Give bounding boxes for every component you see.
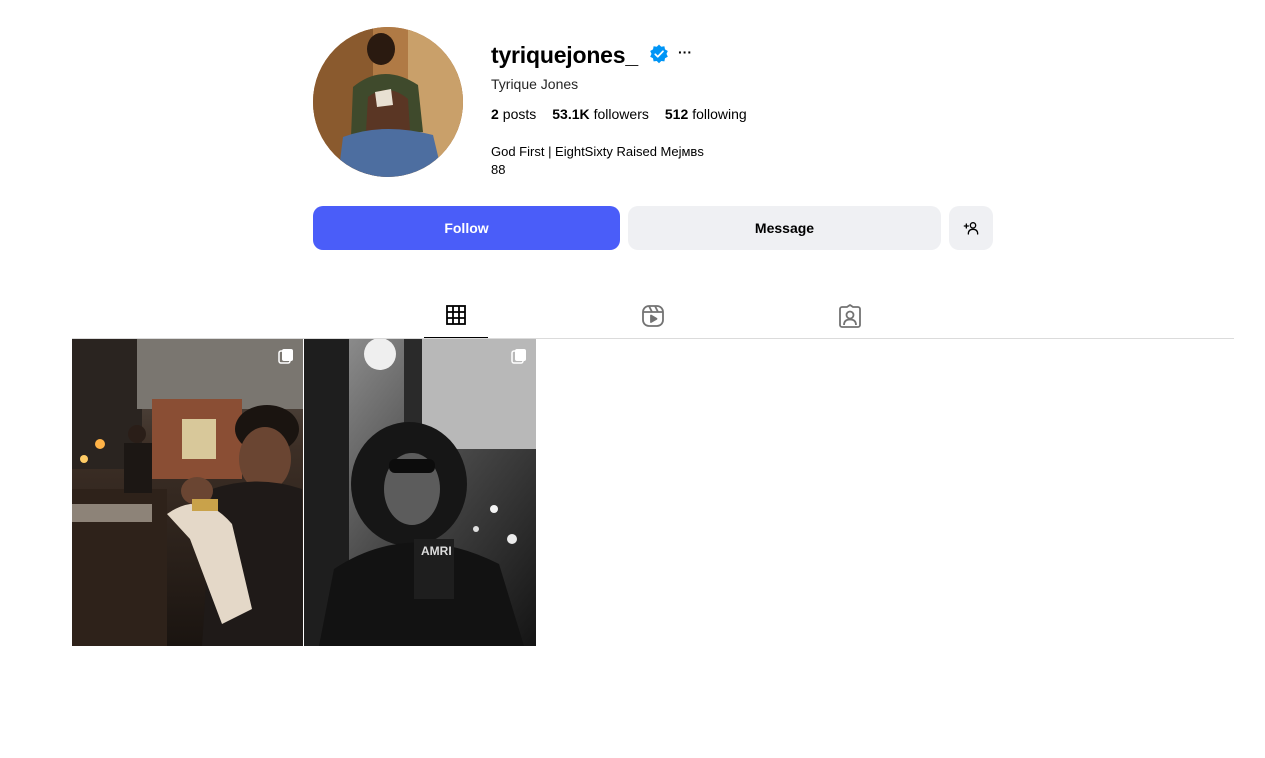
followers-link[interactable]: 53.1K followers	[552, 105, 649, 123]
profile-avatar[interactable]	[313, 27, 463, 177]
profile-username: tyriquejones_	[491, 42, 638, 68]
posts-count: 2 posts	[491, 105, 536, 123]
profile-page: tyriquejones_ ··· Tyrique Jones 2 posts 5…	[0, 0, 1265, 758]
following-count-label: following	[692, 106, 747, 122]
post-thumbnail[interactable]	[72, 339, 303, 646]
post-thumbnail[interactable]: AMRI	[304, 339, 536, 646]
profile-stats: 2 posts 53.1K followers 512 following	[491, 105, 747, 123]
posts-count-label: posts	[502, 106, 537, 122]
profile-bio: God First | EightSixty Raised Meјмвѕ 88	[491, 143, 704, 179]
tab-tagged[interactable]	[818, 300, 882, 338]
tagged-icon	[839, 304, 861, 328]
person-add-icon	[963, 222, 979, 235]
following-link[interactable]: 512 following	[665, 105, 747, 123]
suggested-accounts-button[interactable]	[949, 206, 993, 250]
posts-count-value: 2	[491, 106, 499, 122]
multi-photo-icon	[278, 349, 293, 364]
following-count-value: 512	[664, 106, 689, 122]
post-image: AMRI	[304, 339, 536, 646]
bio-line: God First | EightSixty Raised Meјмвѕ	[491, 144, 704, 159]
post-image	[72, 339, 303, 646]
followers-count-label: followers	[593, 106, 649, 122]
grid-icon	[446, 305, 466, 325]
follow-button[interactable]: Follow	[313, 206, 620, 250]
followers-count-value: 53.1K	[552, 106, 590, 122]
reels-icon	[642, 305, 664, 327]
more-options-icon[interactable]: ···	[677, 42, 693, 62]
multi-photo-icon	[511, 349, 526, 364]
bio-line: 88	[491, 162, 506, 177]
message-button[interactable]: Message	[628, 206, 941, 250]
tab-reels[interactable]	[621, 300, 685, 338]
tab-posts[interactable]	[424, 300, 488, 338]
profile-full-name: Tyrique Jones	[491, 76, 579, 92]
svg-text:AMRI: AMRI	[421, 544, 452, 558]
verified-badge-icon	[649, 44, 669, 64]
